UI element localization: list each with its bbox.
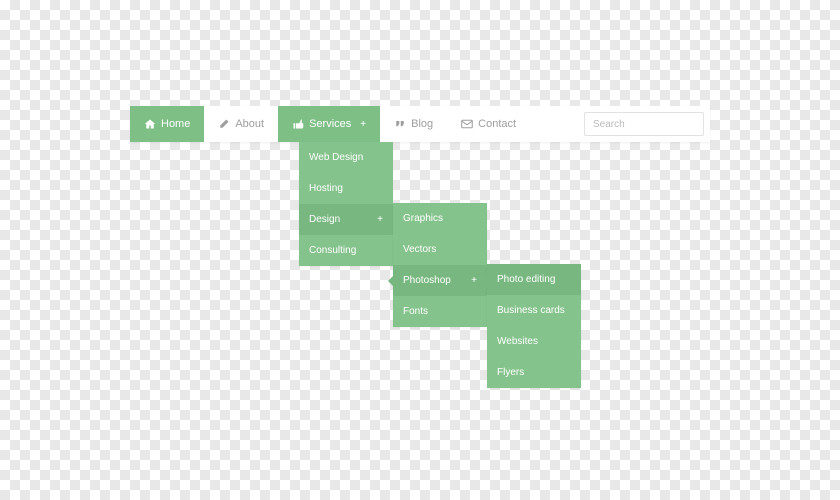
dropdown-services: Web Design Hosting Design + Consulting	[299, 142, 393, 266]
dropdown-label: Flyers	[497, 367, 524, 378]
dropdown-item-web-design[interactable]: Web Design	[299, 142, 393, 173]
expand-icon: +	[377, 214, 383, 225]
home-icon	[144, 118, 156, 130]
quote-icon	[394, 118, 406, 130]
dropdown-photoshop: Photo editing Business cards Websites Fl…	[487, 264, 581, 388]
search-slot	[578, 106, 710, 142]
dropdown-label: Photoshop	[403, 275, 451, 286]
dropdown-item-vectors[interactable]: Vectors	[393, 234, 487, 265]
nav-services-expand: +	[360, 119, 366, 130]
dropdown-item-flyers[interactable]: Flyers	[487, 357, 581, 388]
dropdown-item-hosting[interactable]: Hosting	[299, 173, 393, 204]
dropdown-item-fonts[interactable]: Fonts	[393, 296, 487, 327]
dropdown-label: Hosting	[309, 183, 343, 194]
dropdown-label: Consulting	[309, 245, 356, 256]
nav-about-label: About	[235, 118, 264, 130]
dropdown-item-graphics[interactable]: Graphics	[393, 203, 487, 234]
pencil-icon	[218, 118, 230, 130]
dropdown-item-design[interactable]: Design +	[299, 204, 393, 235]
thumb-up-icon	[292, 118, 304, 130]
dropdown-label: Websites	[497, 336, 538, 347]
nav-services[interactable]: Services +	[278, 106, 380, 142]
envelope-icon	[461, 118, 473, 130]
dropdown-item-consulting[interactable]: Consulting	[299, 235, 393, 266]
search-input[interactable]	[584, 112, 704, 136]
dropdown-item-business-cards[interactable]: Business cards	[487, 295, 581, 326]
dropdown-label: Vectors	[403, 244, 436, 255]
dropdown-item-websites[interactable]: Websites	[487, 326, 581, 357]
nav-home-label: Home	[161, 118, 190, 130]
dropdown-item-photo-editing[interactable]: Photo editing	[487, 264, 581, 295]
nav-blog[interactable]: Blog	[380, 106, 447, 142]
dropdown-label: Graphics	[403, 213, 443, 224]
expand-icon: +	[471, 275, 477, 286]
nav-services-label: Services	[309, 118, 351, 130]
navbar: Home About Services + Blog Contact	[130, 106, 710, 142]
nav-about[interactable]: About	[204, 106, 278, 142]
dropdown-label: Design	[309, 214, 340, 225]
dropdown-label: Photo editing	[497, 274, 555, 285]
nav-contact[interactable]: Contact	[447, 106, 530, 142]
nav-contact-label: Contact	[478, 118, 516, 130]
nav-home[interactable]: Home	[130, 106, 204, 142]
nav-blog-label: Blog	[411, 118, 433, 130]
navbar-container: Home About Services + Blog Contact	[130, 106, 710, 142]
dropdown-design: Graphics Vectors Photoshop + Fonts	[393, 203, 487, 327]
dropdown-item-photoshop[interactable]: Photoshop +	[393, 265, 487, 296]
dropdown-label: Business cards	[497, 305, 565, 316]
dropdown-label: Web Design	[309, 152, 363, 163]
dropdown-label: Fonts	[403, 306, 428, 317]
